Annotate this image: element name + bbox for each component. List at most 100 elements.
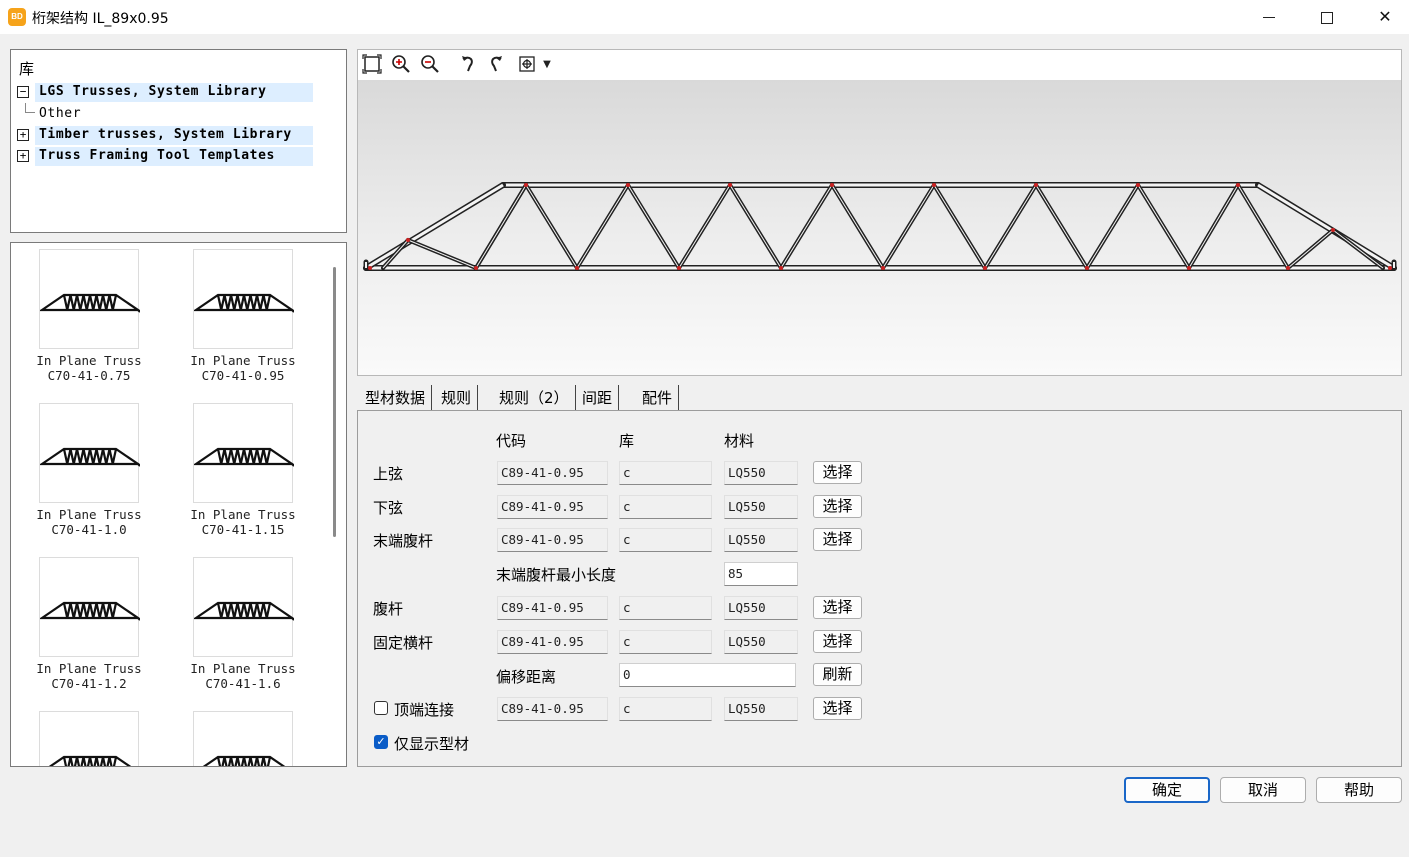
zoom-extents-icon [362, 54, 382, 74]
cancel-button[interactable]: 取消 [1220, 777, 1306, 803]
help-button[interactable]: 帮助 [1316, 777, 1402, 803]
expand-icon[interactable]: + [17, 150, 29, 162]
fixed-cross-library-field: c [619, 630, 712, 654]
tree-node-label: Other [39, 106, 82, 121]
library-header: 库 [19, 60, 35, 78]
thumbnail-title: In Plane Truss [190, 507, 296, 522]
close-button[interactable]: ✕ [1356, 0, 1409, 34]
minimize-icon [1263, 17, 1275, 18]
end-web-library-field: c [619, 528, 712, 552]
truss-preview-image [193, 711, 293, 766]
thumbnail-item[interactable]: In Plane Truss C70-41-0.95 [165, 243, 315, 393]
viewer-toolbar: ▼ [358, 50, 1401, 80]
tree-node-label: Truss Framing Tool Templates [39, 148, 275, 163]
tab-rules[interactable]: 规则 [435, 385, 479, 411]
view-options-button[interactable] [516, 54, 538, 76]
top-splice-code-field: C89-41-0.95 [497, 697, 608, 721]
thumbnail-item[interactable] [11, 705, 161, 766]
zoom-extents-button[interactable] [361, 54, 383, 76]
tree-node-timber[interactable]: + Timber trusses, System Library [15, 126, 313, 145]
tree-node-lgs[interactable]: − LGS Trusses, System Library [15, 83, 313, 102]
truss-preview-image [38, 557, 142, 657]
rotate-left-button[interactable] [458, 54, 480, 76]
fixed-cross-select-button[interactable]: 选择 [813, 630, 862, 653]
ok-button[interactable]: 确定 [1124, 777, 1210, 803]
top-splice-checkbox[interactable] [374, 701, 388, 715]
offset-distance-label: 偏移距离 [496, 668, 557, 686]
viewer-canvas[interactable] [358, 80, 1401, 375]
tree-node-label: Timber trusses, System Library [39, 127, 292, 142]
top-splice-label: 顶端连接 [394, 701, 455, 719]
maximize-button[interactable] [1298, 0, 1356, 34]
vertical-scrollbar[interactable] [324, 243, 346, 766]
top-chord-code-field: C89-41-0.95 [497, 461, 608, 485]
thumbnail-code: C70-41-1.0 [51, 522, 127, 537]
view-options-dropdown[interactable]: ▼ [540, 54, 554, 76]
tree-connector [25, 103, 35, 113]
thumbnail-item[interactable]: In Plane Truss C70-41-0.75 [11, 243, 161, 393]
thumbnail-code: C70-41-0.75 [47, 368, 131, 383]
bottom-chord-label: 下弦 [373, 499, 404, 517]
tab-rules-2[interactable]: 规则（2） [493, 385, 576, 411]
column-header-material: 材料 [724, 432, 755, 450]
web-label: 腹杆 [373, 600, 404, 618]
window-title: 桁架结构 IL_89x0.95 [32, 11, 169, 27]
thumbnail-item[interactable] [165, 705, 315, 766]
top-splice-material-field: LQ550 [724, 697, 798, 721]
bottom-chord-select-button[interactable]: 选择 [813, 495, 862, 518]
web-library-field: c [619, 596, 712, 620]
show-only-profiles-checkbox[interactable]: ✓ [374, 735, 388, 749]
top-splice-select-button[interactable]: 选择 [813, 697, 862, 720]
end-web-select-button[interactable]: 选择 [813, 528, 862, 551]
thumbnail-code: C70-41-1.15 [201, 522, 285, 537]
tab-spacing[interactable]: 间距 [576, 385, 620, 411]
thumbnail-code: C70-41-0.95 [201, 368, 285, 383]
fixed-cross-material-field: LQ550 [724, 630, 798, 654]
tab-accessories[interactable]: 配件 [636, 385, 680, 411]
thumbnail-item[interactable]: In Plane Truss C70-41-1.6 [165, 551, 315, 701]
tree-node-templates[interactable]: + Truss Framing Tool Templates [15, 147, 313, 166]
top-chord-label: 上弦 [373, 465, 404, 483]
end-web-min-length-label: 末端腹杆最小长度 [496, 566, 617, 584]
rotate-right-button[interactable] [484, 54, 506, 76]
end-web-material-field: LQ550 [724, 528, 798, 552]
thumbnail-item[interactable]: In Plane Truss C70-41-1.2 [11, 551, 161, 701]
refresh-button[interactable]: 刷新 [813, 663, 862, 686]
collapse-icon[interactable]: − [17, 86, 29, 98]
tab-profile-data[interactable]: 型材数据 [359, 385, 433, 411]
expand-icon[interactable]: + [17, 129, 29, 141]
tab-bar: 型材数据 规则 规则（2） 间距 配件 [357, 385, 1402, 411]
zoom-in-button[interactable] [390, 54, 412, 76]
rotate-ccw-icon [491, 56, 502, 72]
truss-thumbnail-list[interactable]: In Plane Truss C70-41-0.75 In Plane Trus… [10, 242, 347, 767]
column-header-library: 库 [619, 432, 635, 450]
scrollbar-thumb[interactable] [333, 267, 336, 537]
thumbnail-title: In Plane Truss [190, 353, 296, 368]
top-chord-select-button[interactable]: 选择 [813, 461, 862, 484]
thumbnail-item[interactable]: In Plane Truss C70-41-1.0 [11, 397, 161, 547]
thumbnail-title: In Plane Truss [190, 661, 296, 676]
crosshair-icon [519, 56, 535, 72]
truss-preview-image [38, 249, 142, 349]
zoom-in-icon [392, 55, 410, 73]
truss-preview-image [38, 403, 142, 503]
offset-distance-input[interactable]: 0 [619, 663, 796, 687]
thumbnail-item[interactable]: In Plane Truss C70-41-1.15 [165, 397, 315, 547]
top-splice-library-field: c [619, 697, 712, 721]
web-select-button[interactable]: 选择 [813, 596, 862, 619]
check-icon: ✓ [376, 735, 386, 748]
truss-3d-viewer[interactable]: ▼ [357, 49, 1402, 376]
rotate-cw-icon [462, 56, 473, 72]
end-web-code-field: C89-41-0.95 [497, 528, 608, 552]
end-web-min-length-input[interactable]: 85 [724, 562, 798, 586]
web-code-field: C89-41-0.95 [497, 596, 608, 620]
title-bar: BD 桁架结构 IL_89x0.95 ✕ [0, 0, 1409, 34]
thumbnail-title: In Plane Truss [36, 507, 142, 522]
top-chord-library-field: c [619, 461, 712, 485]
fixed-cross-label: 固定横杆 [373, 634, 434, 652]
zoom-out-button[interactable] [419, 54, 441, 76]
end-web-label: 末端腹杆 [373, 532, 434, 550]
minimize-button[interactable] [1240, 0, 1298, 34]
library-tree[interactable]: 库 − LGS Trusses, System Library Other + … [10, 49, 347, 233]
truss-preview-image [192, 403, 296, 503]
